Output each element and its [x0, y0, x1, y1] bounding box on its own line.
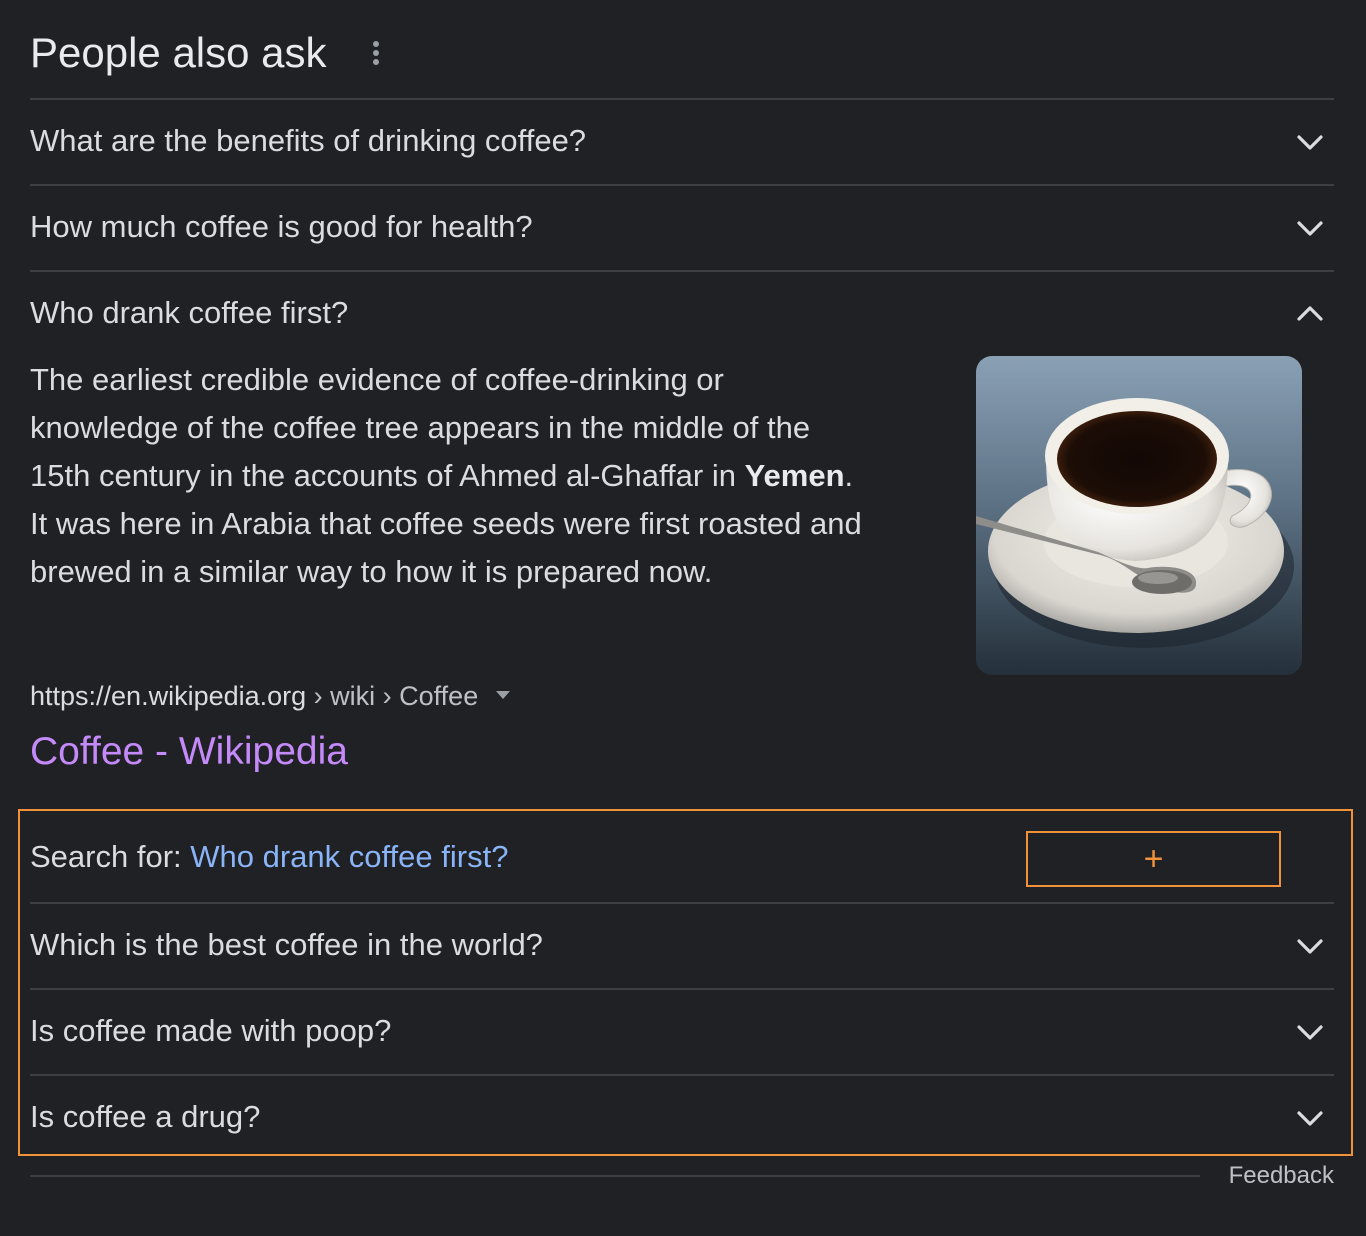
answer-text: 15th century in the accounts of Ahmed al… [30, 458, 745, 493]
search-for-row: Search for: Who drank coffee first? [30, 837, 508, 877]
chevron-up-icon[interactable] [1295, 299, 1325, 329]
answer-line: The earliest credible evidence of coffee… [30, 362, 724, 397]
chevron-down-icon[interactable] [1295, 127, 1325, 157]
answer-snippet: The earliest credible evidence of coffee… [30, 356, 930, 596]
question-row-poop[interactable]: Is coffee made with poop? [30, 990, 1334, 1074]
coffee-cup-image[interactable] [976, 356, 1302, 675]
question-label: Is coffee a drug? [30, 1099, 261, 1134]
question-label: How much coffee is good for health? [30, 209, 533, 244]
search-for-label: Search for: [30, 839, 191, 874]
chevron-down-icon[interactable] [1295, 213, 1325, 243]
answer-highlight: Yemen [744, 458, 845, 493]
caret-down-icon[interactable] [496, 690, 511, 699]
source-path[interactable]: › wiki › Coffee [306, 681, 479, 711]
question-label: Is coffee made with poop? [30, 1013, 392, 1048]
footer-divider [30, 1175, 1200, 1177]
question-row-who-drank[interactable]: Who drank coffee first? [30, 272, 1334, 356]
result-title-link[interactable]: Coffee - Wikipedia [30, 728, 348, 776]
source-host[interactable]: https://en.wikipedia.org [30, 681, 306, 711]
feedback-link[interactable]: Feedback [1229, 1160, 1334, 1192]
answer-line: 15th century in the accounts of Ahmed al… [30, 452, 930, 500]
section-title: People also ask [30, 29, 327, 76]
question-row-how-much[interactable]: How much coffee is good for health? [30, 186, 1334, 270]
answer-punctuation: . [844, 458, 854, 493]
search-for-query-link[interactable]: Who drank coffee first? [190, 839, 508, 874]
question-row-drug[interactable]: Is coffee a drug? [30, 1076, 1334, 1160]
answer-line: It was here in Arabia that coffee seeds … [30, 506, 862, 541]
chevron-down-icon[interactable] [1295, 1017, 1325, 1047]
chevron-down-icon[interactable] [1295, 1103, 1325, 1133]
question-label: Who drank coffee first? [30, 295, 349, 330]
question-label: Which is the best coffee in the world? [30, 927, 543, 962]
chevron-down-icon[interactable] [1295, 931, 1325, 961]
source-breadcrumb: https://en.wikipedia.org › wiki › Coffee [30, 678, 511, 714]
answer-line: brewed in a similar way to how it is pre… [30, 554, 713, 589]
question-row-best-coffee[interactable]: Which is the best coffee in the world? [30, 904, 1334, 988]
question-row-benefits[interactable]: What are the benefits of drinking coffee… [30, 100, 1334, 184]
question-label: What are the benefits of drinking coffee… [30, 123, 587, 158]
answer-line: knowledge of the coffee tree appears in … [30, 410, 811, 445]
add-button[interactable]: + [1026, 831, 1281, 887]
more-vert-icon[interactable] [366, 38, 386, 68]
